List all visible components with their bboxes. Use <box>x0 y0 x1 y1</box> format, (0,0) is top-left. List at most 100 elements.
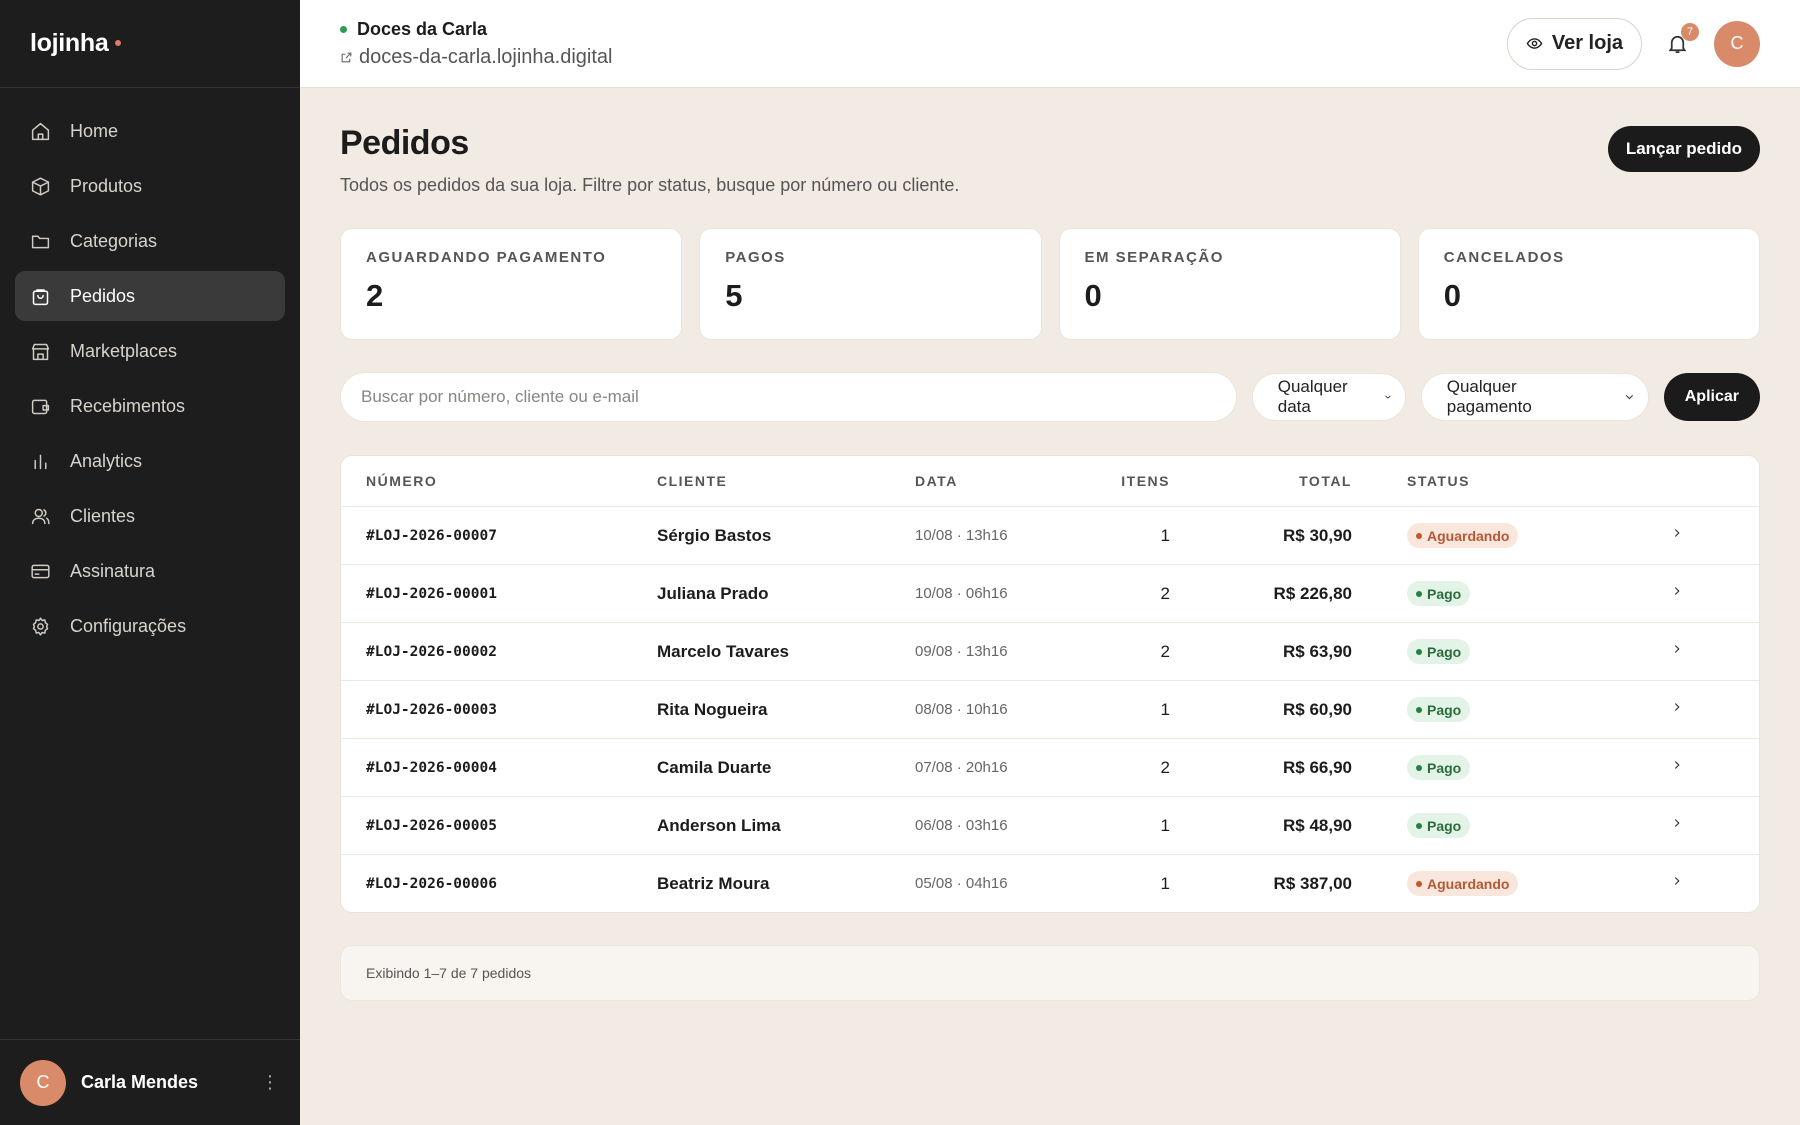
more-vertical-icon[interactable]: ⋮ <box>260 1072 280 1093</box>
sidebar-item-analytics[interactable]: Analytics <box>15 436 285 486</box>
status-label: Pago <box>1427 585 1462 602</box>
table-row[interactable]: #LOJ-2026-00002 Marcelo Tavares 09/08 · 13… <box>341 622 1759 680</box>
row-action <box>1597 700 1759 719</box>
chevron-right-icon[interactable] <box>1670 758 1684 777</box>
brand-logo[interactable]: lojinha <box>0 0 300 88</box>
sidebar-item-marketplaces[interactable]: Marketplaces <box>15 326 285 376</box>
stat-label: EM SEPARAÇÃO <box>1084 249 1224 266</box>
store-name-label: Doces da Carla <box>357 18 488 39</box>
notification-count-badge: 7 <box>1681 22 1699 41</box>
sidebar-item-label: Produtos <box>70 175 143 196</box>
table-footer: Exibindo 1–7 de 7 pedidos <box>340 945 1760 1001</box>
order-items: 1 <box>1160 699 1170 719</box>
status-badge: Pago <box>1407 755 1471 780</box>
order-number[interactable]: #LOJ-2026-00002 <box>341 644 632 660</box>
order-number[interactable]: #LOJ-2026-00005 <box>341 818 632 834</box>
store-url-link[interactable]: doces-da-carla.lojinha.digital <box>340 46 612 69</box>
apply-filters-button[interactable]: Aplicar <box>1663 373 1760 421</box>
sidebar-item-clientes[interactable]: Clientes <box>15 491 285 541</box>
table-row[interactable]: #LOJ-2026-00005 Anderson Lima 06/08 · 03h1… <box>341 796 1759 854</box>
column-header-data[interactable]: DATA <box>890 473 1088 489</box>
date-filter-select[interactable]: Qualquer data <box>1251 373 1406 421</box>
column-header-cliente[interactable]: CLIENTE <box>632 473 890 489</box>
table-row[interactable]: #LOJ-2026-00006 Beatriz Moura 05/08 · 04h1… <box>341 854 1759 912</box>
store-info: Doces da Carla doces-da-carla.lojinha.di… <box>340 19 612 69</box>
status-label: Aguardando <box>1427 875 1510 892</box>
table-row[interactable]: #LOJ-2026-00001 Juliana Prado 10/08 · 06h1… <box>341 564 1759 622</box>
stat-card-pagos: PAGOS 5 <box>699 228 1042 340</box>
order-number[interactable]: #LOJ-2026-00004 <box>341 760 632 776</box>
status-dot <box>1416 880 1422 887</box>
stat-label: PAGOS <box>725 249 786 266</box>
sidebar-item-label: Configurações <box>70 615 187 636</box>
table-row[interactable]: #LOJ-2026-00004 Camila Duarte 07/08 · 20h1… <box>341 738 1759 796</box>
status-dot <box>1416 590 1422 597</box>
sidebar-nav: Home Produtos Categorias Pedidos Marketp… <box>0 88 300 1039</box>
new-order-button[interactable]: Lançar pedido <box>1607 126 1760 172</box>
topbar: Doces da Carla doces-da-carla.lojinha.di… <box>300 0 1800 88</box>
table-row[interactable]: #LOJ-2026-00003 Rita Nogueira 08/08 · 10h1… <box>341 680 1759 738</box>
order-status-cell: Aguardando <box>1377 523 1597 548</box>
brand-name: lojinha <box>30 29 109 57</box>
table-row[interactable]: #LOJ-2026-00007 Sérgio Bastos 10/08 · 13h1… <box>341 506 1759 564</box>
order-status-cell: Pago <box>1377 639 1597 664</box>
status-dot <box>1416 648 1422 655</box>
order-status-cell: Aguardando <box>1377 871 1597 896</box>
stat-value: 0 <box>1443 278 1461 313</box>
column-header-status[interactable]: STATUS <box>1377 473 1597 489</box>
wallet-icon <box>29 395 51 417</box>
order-status-cell: Pago <box>1377 813 1597 838</box>
chevron-right-icon[interactable] <box>1670 526 1684 545</box>
chevron-right-icon[interactable] <box>1670 642 1684 661</box>
notifications-button[interactable]: 7 <box>1662 22 1699 59</box>
search-input[interactable] <box>340 372 1237 422</box>
user-profile[interactable]: C Carla Mendes ⋮ <box>0 1039 300 1125</box>
order-client: Anderson Lima <box>657 815 781 835</box>
chevron-right-icon[interactable] <box>1670 816 1684 835</box>
order-number[interactable]: #LOJ-2026-00001 <box>341 586 632 602</box>
order-client: Juliana Prado <box>657 583 769 603</box>
order-items: 2 <box>1160 583 1170 603</box>
column-header-itens[interactable]: ITENS <box>1088 473 1195 489</box>
user-name: Carla Mendes <box>81 1072 199 1092</box>
sidebar-item-home[interactable]: Home <box>15 106 285 156</box>
stat-label: AGUARDANDO PAGAMENTO <box>366 249 607 266</box>
status-label: Pago <box>1427 759 1462 776</box>
order-total: R$ 66,90 <box>1283 757 1352 777</box>
sidebar-item-categorias[interactable]: Categorias <box>15 216 285 266</box>
online-status-dot <box>340 25 347 33</box>
order-date: 05/08 · 04h16 <box>915 875 1008 892</box>
order-status-cell: Pago <box>1377 697 1597 722</box>
order-items: 1 <box>1160 873 1170 893</box>
chevron-right-icon[interactable] <box>1670 874 1684 893</box>
sidebar-item-pedidos[interactable]: Pedidos <box>15 271 285 321</box>
column-header-total[interactable]: TOTAL <box>1195 473 1377 489</box>
store-icon <box>29 340 51 362</box>
order-client: Marcelo Tavares <box>657 641 789 661</box>
chevron-right-icon[interactable] <box>1670 584 1684 603</box>
order-total: R$ 226,80 <box>1273 583 1352 603</box>
order-client: Rita Nogueira <box>657 699 768 719</box>
avatar[interactable]: C <box>1714 20 1760 67</box>
order-total: R$ 63,90 <box>1283 641 1352 661</box>
order-number[interactable]: #LOJ-2026-00006 <box>341 876 632 892</box>
row-action <box>1597 584 1759 603</box>
sidebar-item-recebimentos[interactable]: Recebimentos <box>15 381 285 431</box>
stat-card-cancelados: CANCELADOS 0 <box>1417 228 1760 340</box>
chevron-right-icon[interactable] <box>1670 700 1684 719</box>
page-heading: Pedidos Todos os pedidos da sua loja. Fi… <box>340 118 959 196</box>
sidebar-item-assinatura[interactable]: Assinatura <box>15 546 285 596</box>
order-date: 09/08 · 13h16 <box>915 643 1008 660</box>
sidebar-item-configuracoes[interactable]: Configurações <box>15 601 285 651</box>
order-number[interactable]: #LOJ-2026-00007 <box>341 528 632 544</box>
payment-filter-value: Qualquer pagamento <box>1446 377 1532 416</box>
column-header-numero[interactable]: NÚMERO <box>341 473 632 489</box>
order-items: 2 <box>1160 757 1170 777</box>
sidebar-item-produtos[interactable]: Produtos <box>15 161 285 211</box>
order-number[interactable]: #LOJ-2026-00003 <box>341 702 632 718</box>
order-total: R$ 48,90 <box>1283 815 1352 835</box>
view-store-button[interactable]: Ver loja <box>1506 17 1642 70</box>
order-client: Camila Duarte <box>657 757 772 777</box>
payment-filter-select[interactable]: Qualquer pagamento <box>1420 373 1649 421</box>
order-status-cell: Pago <box>1377 581 1597 606</box>
